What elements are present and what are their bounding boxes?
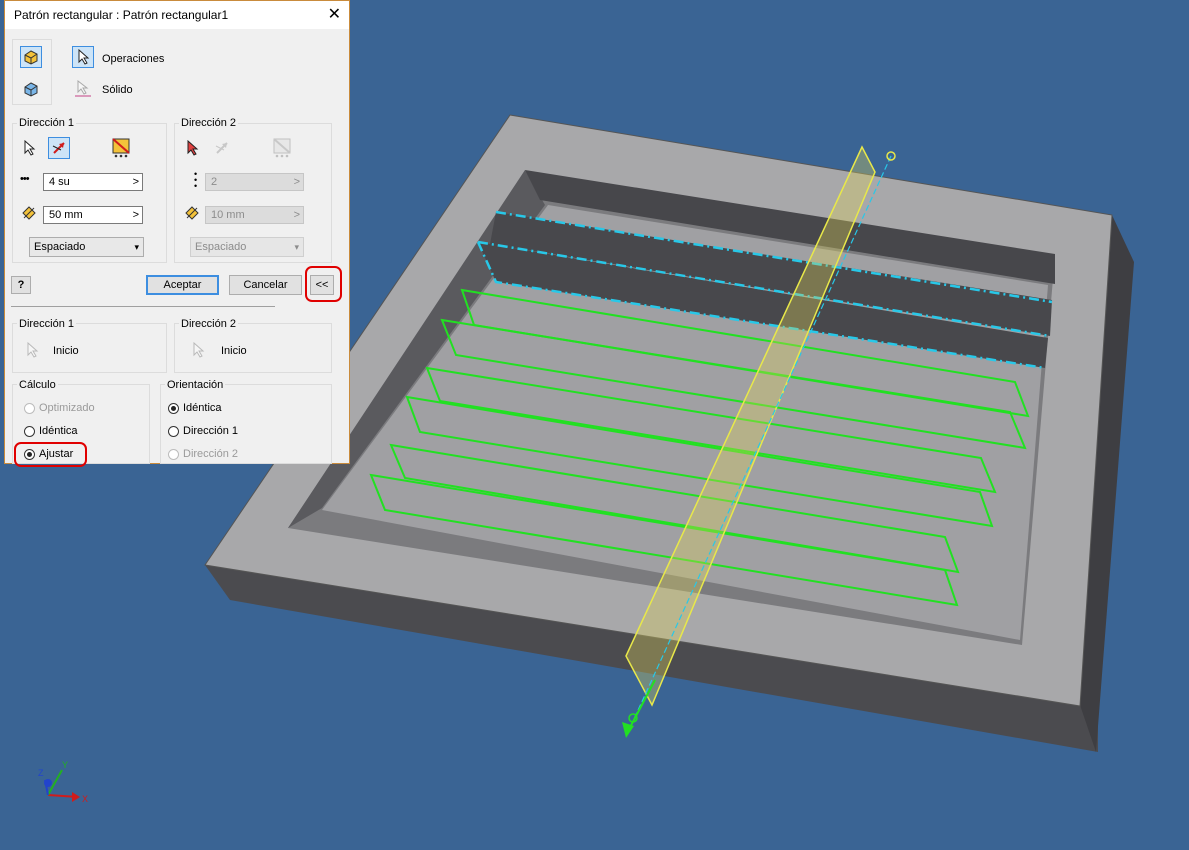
accept-button[interactable]: Aceptar <box>146 275 219 295</box>
calculo-identica-radio[interactable]: Idéntica <box>24 425 78 437</box>
radio-dot-selected <box>168 402 179 414</box>
direction1-count-value: 4 su <box>49 176 70 188</box>
chevron-right-icon[interactable]: > <box>294 207 300 223</box>
direction1-flip-button[interactable] <box>48 137 70 159</box>
direction2-select-button[interactable] <box>181 137 203 159</box>
start1-select-button[interactable] <box>21 339 43 361</box>
direction2-count-input[interactable]: 2 > <box>205 173 304 191</box>
direction1-distance-value: 50 mm <box>49 209 83 221</box>
dialog-titlebar[interactable]: Patrón rectangular : Patrón rectangular1… <box>5 1 349 29</box>
select-arrow-icon <box>78 49 90 65</box>
direction2-distance-input[interactable]: 10 mm > <box>205 206 304 224</box>
calculo-optimizado-label: Optimizado <box>39 402 95 414</box>
pattern-solids-icon <box>24 82 38 97</box>
select-solid-button[interactable] <box>72 78 94 100</box>
radio-dot <box>24 425 35 437</box>
axis-label-x: X <box>82 794 88 804</box>
flip-direction-icon <box>52 142 65 154</box>
direction2-flip-button[interactable] <box>211 137 233 159</box>
chevron-down-icon: ▾ <box>294 242 299 252</box>
direction2-method-select[interactable]: Espaciado ▾ <box>190 237 304 257</box>
midplane-icon <box>273 138 291 158</box>
orientacion-label: Orientación <box>165 379 226 391</box>
spacing-icon <box>185 206 199 223</box>
calculo-optimizado-radio[interactable]: Optimizado <box>24 402 95 414</box>
rectangular-pattern-dialog: Patrón rectangular : Patrón rectangular1… <box>4 0 350 467</box>
solido-label: Sólido <box>102 84 133 96</box>
direction1-count-input[interactable]: 4 su > <box>43 173 143 191</box>
count-vertical-icon: • • • <box>194 169 198 191</box>
direction1-select-button[interactable] <box>18 137 40 159</box>
direction2-method-value: Espaciado <box>195 241 247 253</box>
flip-direction-icon <box>215 142 228 154</box>
orientacion-identica-label: Idéntica <box>183 402 222 414</box>
calculo-identica-label: Idéntica <box>39 425 78 437</box>
radio-dot <box>168 448 179 460</box>
chevron-right-icon[interactable]: > <box>294 174 300 190</box>
count-icon: ••• <box>20 173 30 185</box>
axis-label-y: Y <box>62 760 68 770</box>
orientacion-direccion2-radio[interactable]: Dirección 2 <box>168 448 238 460</box>
direction1-method-select[interactable]: Espaciado ▾ <box>29 237 144 257</box>
midplane-icon <box>112 138 130 158</box>
direction2-label: Dirección 2 <box>179 117 239 129</box>
direction1-method-value: Espaciado <box>34 241 86 253</box>
start2-select-button[interactable] <box>187 339 209 361</box>
operaciones-label: Operaciones <box>102 53 165 65</box>
chevron-right-icon[interactable]: > <box>133 207 139 223</box>
direction2-count-value: 2 <box>211 176 218 188</box>
close-icon[interactable]: ✕ <box>328 4 341 24</box>
dialog-title: Patrón rectangular : Patrón rectangular1 <box>14 8 229 22</box>
direction1-distance-input[interactable]: 50 mm > <box>43 206 143 224</box>
separator <box>11 306 275 307</box>
select-arrow-red-icon <box>187 140 199 156</box>
cancel-button[interactable]: Cancelar <box>229 275 302 295</box>
radio-dot <box>168 425 179 437</box>
select-arrow-icon <box>24 140 36 156</box>
chevron-down-icon: ▾ <box>134 242 139 252</box>
start2-value: Inicio <box>221 345 247 357</box>
select-features-button[interactable] <box>72 46 94 68</box>
highlight-collapse <box>305 266 342 302</box>
pattern-features-icon <box>24 50 38 65</box>
direction2-midplane-button[interactable] <box>269 135 295 161</box>
direction2-distance-value: 10 mm <box>211 209 245 221</box>
calculo-label: Cálculo <box>17 379 58 391</box>
start1-label: Dirección 1 <box>17 318 77 330</box>
help-button[interactable]: ? <box>11 276 31 294</box>
orientacion-direccion1-label: Dirección 1 <box>183 425 239 437</box>
select-arrow-icon <box>193 342 205 358</box>
start2-label: Dirección 2 <box>179 318 239 330</box>
orientacion-direccion1-radio[interactable]: Dirección 1 <box>168 425 238 437</box>
pattern-solids-button[interactable] <box>20 78 42 100</box>
orientacion-identica-radio[interactable]: Idéntica <box>168 402 222 414</box>
select-arrow-icon <box>27 342 39 358</box>
select-solid-icon <box>75 80 91 97</box>
direction1-midplane-button[interactable] <box>108 135 134 161</box>
start1-value: Inicio <box>53 345 79 357</box>
direction1-label: Dirección 1 <box>17 117 77 129</box>
chevron-right-icon[interactable]: > <box>133 174 139 190</box>
highlight-ajustar <box>14 442 87 467</box>
orientacion-direccion2-label: Dirección 2 <box>183 448 239 460</box>
spacing-icon <box>22 206 36 223</box>
pattern-features-button[interactable] <box>20 46 42 68</box>
radio-dot <box>24 402 35 414</box>
axis-label-z: Z <box>38 768 44 778</box>
